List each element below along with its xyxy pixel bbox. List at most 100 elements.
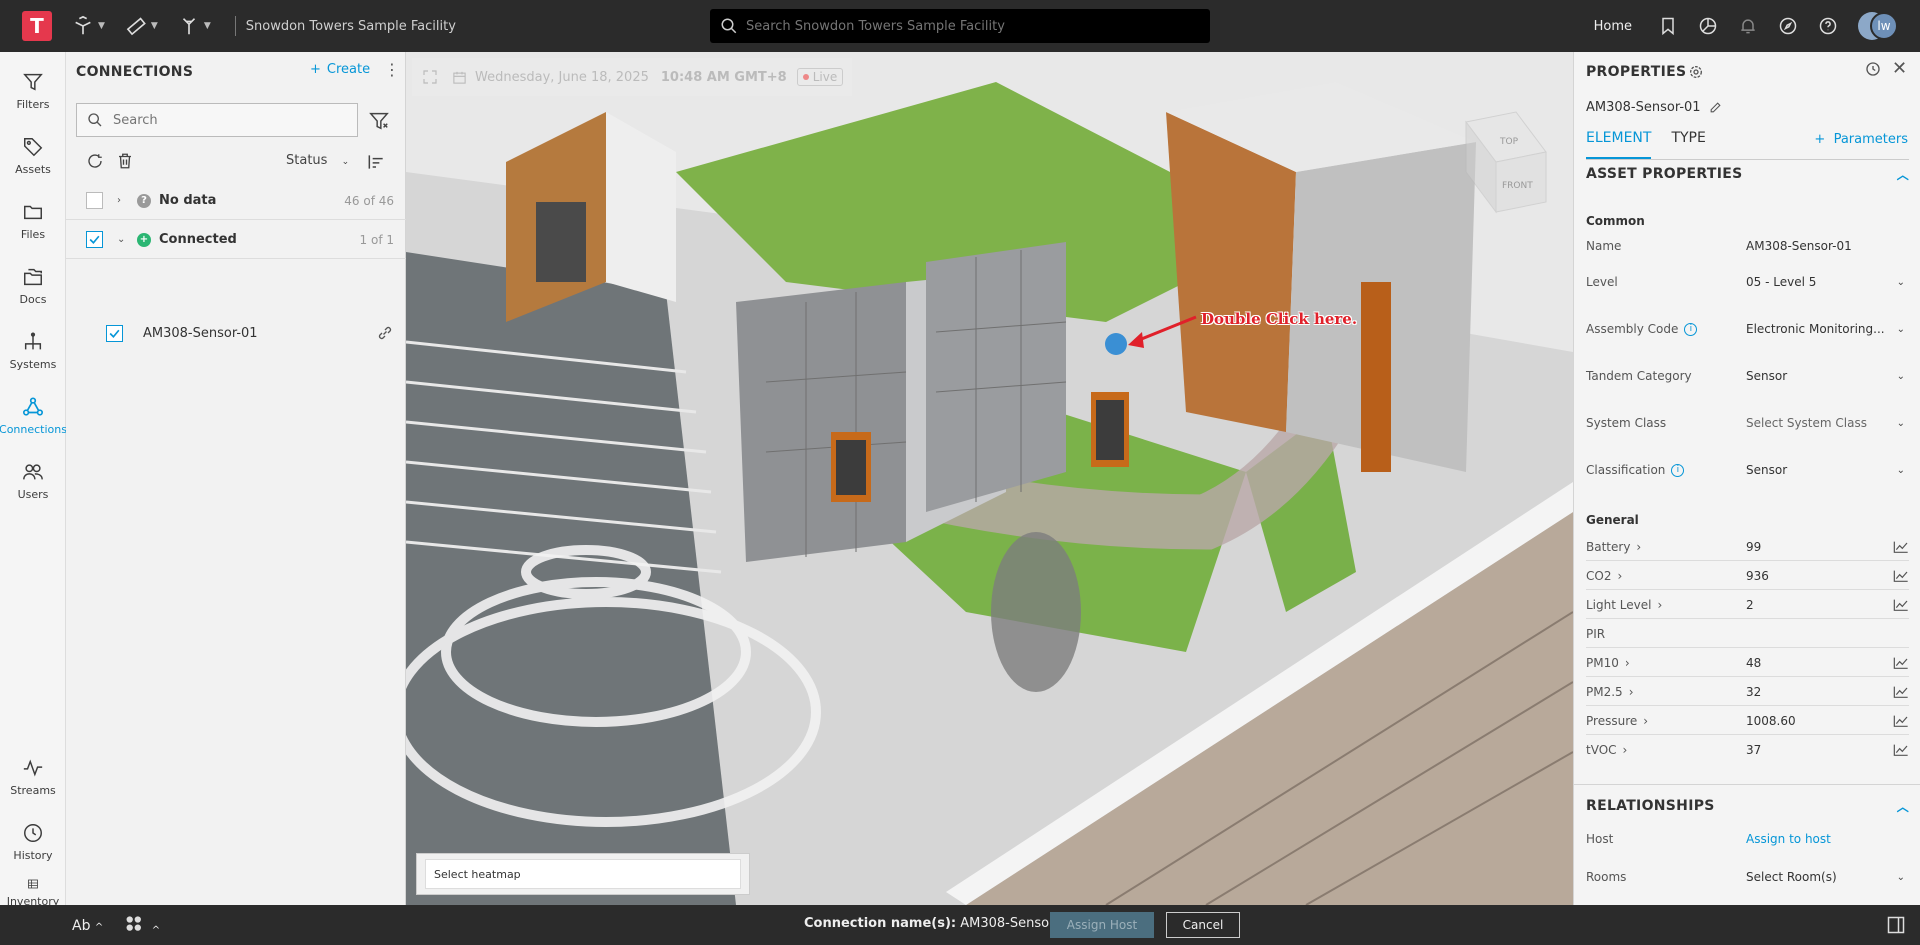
close-icon[interactable]: ✕: [1892, 58, 1907, 79]
chevron-down-icon[interactable]: ⌄: [1897, 277, 1905, 288]
prop-row-pm10[interactable]: PM10 › 48: [1586, 656, 1909, 677]
info-icon[interactable]: i: [1671, 463, 1685, 477]
building-model[interactable]: TOP FRONT: [406, 52, 1573, 905]
chevron-right-icon[interactable]: ›: [1623, 743, 1628, 757]
chevron-right-icon[interactable]: ›: [1643, 714, 1648, 728]
connections-search[interactable]: [76, 103, 358, 137]
prop-row-tvoc[interactable]: tVOC › 37: [1586, 743, 1909, 757]
global-search-input[interactable]: [746, 18, 1186, 34]
heatmap-selector[interactable]: Select heatmap: [416, 853, 750, 895]
line-chart-icon[interactable]: [1893, 598, 1909, 612]
rail-item-inventory[interactable]: Inventory: [0, 878, 66, 908]
rail-item-users[interactable]: Users: [0, 452, 66, 510]
rail-item-connections[interactable]: Connections: [0, 387, 67, 445]
line-chart-icon[interactable]: [1893, 743, 1909, 757]
cancel-button[interactable]: Cancel: [1166, 912, 1240, 938]
relationships-header[interactable]: RELATIONSHIPS ︿: [1586, 798, 1909, 820]
view-cube-top-label[interactable]: TOP: [1499, 137, 1519, 147]
dashboard-icon[interactable]: [1698, 16, 1718, 36]
list-item[interactable]: AM308-Sensor-01: [66, 315, 406, 351]
tandem-logo[interactable]: T: [22, 11, 52, 41]
assign-host-button[interactable]: Assign Host: [1050, 912, 1154, 938]
link-icon[interactable]: [376, 324, 394, 342]
chevron-right-icon[interactable]: ›: [1636, 540, 1641, 554]
prop-row-level[interactable]: Level 05 - Level 5 ⌄: [1586, 275, 1909, 289]
facility-name[interactable]: Snowdon Towers Sample Facility: [246, 19, 456, 34]
chevron-right-icon[interactable]: ›: [117, 195, 127, 206]
panel-toggle-icon[interactable]: [1886, 915, 1906, 935]
fullscreen-icon[interactable]: [422, 69, 438, 85]
chevron-down-icon[interactable]: ⌄: [1897, 872, 1905, 883]
prop-value[interactable]: 05 - Level 5: [1746, 275, 1886, 289]
create-connection-button[interactable]: + Create: [310, 62, 370, 77]
rail-item-systems[interactable]: Systems: [0, 322, 66, 380]
help-icon[interactable]: [1818, 16, 1838, 36]
assign-to-host-link[interactable]: Assign to host: [1746, 832, 1886, 846]
prop-row-rooms[interactable]: Rooms Select Room(s) ⌄: [1586, 870, 1909, 884]
bell-icon[interactable]: [1738, 16, 1758, 36]
rail-item-history[interactable]: History: [0, 813, 66, 871]
chevron-down-icon[interactable]: ⌄: [1897, 371, 1905, 382]
prop-value[interactable]: Sensor: [1746, 369, 1886, 383]
history-icon[interactable]: [1864, 60, 1882, 78]
group-checkbox[interactable]: [86, 192, 103, 209]
heatmap-dropdown[interactable]: Select heatmap: [425, 859, 741, 889]
chevron-down-icon[interactable]: ⌄: [1897, 465, 1905, 476]
prop-row-pm25[interactable]: PM2.5 › 32: [1586, 685, 1909, 706]
rail-item-filters[interactable]: Filters: [0, 62, 66, 120]
filter-icon[interactable]: [368, 110, 390, 132]
timeline-time[interactable]: 10:48 AM GMT+8: [661, 70, 787, 85]
rail-item-assets[interactable]: Assets: [0, 127, 66, 185]
line-chart-icon[interactable]: [1893, 714, 1909, 728]
line-chart-icon[interactable]: [1893, 685, 1909, 699]
sort-icon[interactable]: [366, 152, 386, 172]
connections-search-input[interactable]: [113, 112, 343, 128]
parameters-button[interactable]: + Parameters: [1814, 132, 1908, 147]
prop-value[interactable]: Sensor: [1746, 463, 1886, 477]
view-cube-front-label[interactable]: FRONT: [1502, 181, 1533, 191]
navigation-tool-button[interactable]: ▼: [72, 15, 105, 37]
chevron-right-icon[interactable]: ›: [1629, 685, 1634, 699]
global-search[interactable]: [710, 9, 1210, 43]
info-icon[interactable]: i: [1684, 322, 1698, 336]
group-row-no-data[interactable]: › ? No data 46 of 46: [66, 182, 406, 220]
model-viewport[interactable]: TOP FRONT Wednesday, June 18, 2025 10:48…: [406, 52, 1573, 905]
chevron-right-icon[interactable]: ›: [1625, 656, 1630, 670]
more-options-icon[interactable]: ⋮: [384, 60, 400, 79]
chevron-right-icon[interactable]: ›: [1657, 598, 1662, 612]
measure-tool-button[interactable]: ▼: [125, 15, 158, 37]
chevron-down-icon[interactable]: ⌄: [117, 234, 127, 245]
tab-element[interactable]: ELEMENT: [1586, 130, 1652, 159]
live-badge[interactable]: Live: [796, 68, 844, 86]
status-dropdown[interactable]: Status ⌄: [286, 153, 349, 168]
prop-row-light-level[interactable]: Light Level › 2: [1586, 598, 1909, 619]
rail-item-files[interactable]: Files: [0, 192, 66, 250]
prop-row-battery[interactable]: Battery › 99: [1586, 540, 1909, 561]
prop-row-assembly-code[interactable]: Assembly Code i Electronic Monitoring... …: [1586, 322, 1909, 336]
line-chart-icon[interactable]: [1893, 540, 1909, 554]
home-link[interactable]: Home: [1594, 19, 1632, 34]
chevron-up-icon[interactable]: ︿: [1897, 798, 1909, 815]
prop-row-classification[interactable]: Classification i Sensor ⌄: [1586, 463, 1909, 477]
text-style-button[interactable]: Ab ^: [72, 918, 103, 934]
bookmark-icon[interactable]: [1658, 16, 1678, 36]
asset-properties-header[interactable]: ASSET PROPERTIES ︿: [1586, 166, 1909, 188]
avatar[interactable]: lw: [1858, 10, 1898, 42]
prop-value[interactable]: Select System Class: [1746, 416, 1886, 430]
prop-value[interactable]: Select Room(s): [1746, 870, 1886, 884]
edit-icon[interactable]: [1709, 101, 1722, 114]
gear-icon[interactable]: [1688, 64, 1704, 80]
timeline-date[interactable]: Wednesday, June 18, 2025: [475, 70, 649, 85]
rail-item-streams[interactable]: Streams: [0, 748, 66, 806]
chevron-down-icon[interactable]: ⌄: [1897, 324, 1905, 335]
compass-icon[interactable]: [1778, 16, 1798, 36]
chevron-down-icon[interactable]: ⌄: [1897, 418, 1905, 429]
prop-row-tandem-category[interactable]: Tandem Category Sensor ⌄: [1586, 369, 1909, 383]
tab-type[interactable]: TYPE: [1671, 130, 1705, 159]
chevron-up-icon[interactable]: ︿: [1897, 166, 1909, 183]
prop-row-co2[interactable]: CO2 › 936: [1586, 569, 1909, 590]
group-checkbox[interactable]: [86, 231, 103, 248]
line-chart-icon[interactable]: [1893, 656, 1909, 670]
prop-value[interactable]: Electronic Monitoring...: [1746, 322, 1886, 336]
section-tool-button[interactable]: ▼: [178, 15, 211, 37]
